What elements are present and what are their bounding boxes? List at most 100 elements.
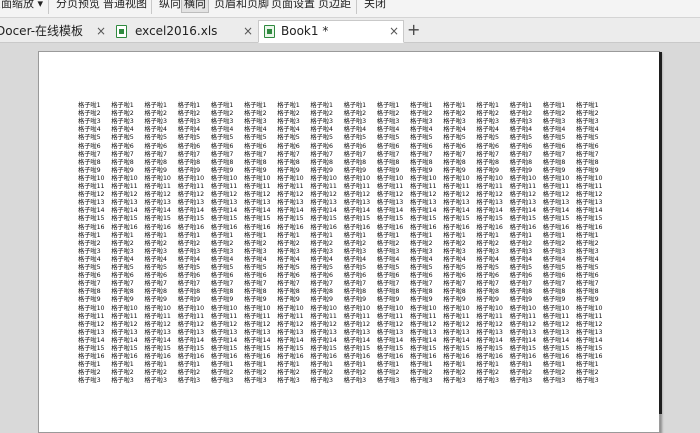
sheet-cell: 格子啦1 [177,102,201,109]
sheet-cell: 格子啦6 [343,142,367,150]
sheet-cell: 格子啦15 [476,345,503,352]
sheet-cell: 格子啦6 [542,142,566,150]
sheet-cell: 格子啦2 [111,239,134,247]
sheet-cell: 格子啦11 [144,312,171,320]
sheet-cell: 格子啦10 [343,174,371,182]
tab-label: Book1 * [281,24,329,38]
sheet-cell: 格子啦1 [410,361,433,369]
sheet-cell: 格子啦2 [376,110,400,118]
sheet-cell: 格子啦16 [111,223,138,231]
sheet-cell: 格子啦16 [277,223,304,231]
sheet-cell: 格子啦6 [542,272,566,280]
sheet-cell: 格子啦12 [410,191,437,199]
sheet-cell: 格子啦3 [78,247,101,255]
sheet-cell: 格子啦10 [111,174,138,182]
sheet-cell: 格子啦16 [376,353,404,361]
sheet-cell: 格子啦4 [244,255,267,263]
sheet-cell: 格子啦2 [443,239,466,247]
sheet-cell: 格子啦10 [542,174,570,182]
normal-view-button[interactable]: 普通视图 [103,0,147,12]
sheet-cell: 格子啦3 [443,247,466,255]
sheet-cell: 格子啦1 [277,361,300,369]
sheet-cell: 格子啦1 [376,231,400,239]
sheet-cell: 格子啦9 [177,166,201,174]
tab-docer-templates[interactable]: Docer-在线模板 × [0,21,106,41]
sheet-cell: 格子啦5 [509,264,533,271]
tab-book1[interactable]: Book1 * × [258,20,404,43]
sheet-cell: 格子啦14 [443,336,470,344]
tab-excel2016[interactable]: excel2016.xls × [112,21,254,41]
tab-label: Docer-在线模板 [0,24,84,38]
header-footer-button[interactable]: 页眉和页脚 [214,0,269,12]
sheet-cell: 格子啦9 [410,166,433,174]
sheet-cell: 格子啦16 [410,223,437,231]
sheet-cell: 格子啦12 [443,320,470,328]
sheet-cell: 格子啦12 [310,320,337,328]
sheet-cell: 格子啦3 [443,377,466,385]
sheet-cell: 格子啦1 [144,102,167,109]
sheet-cell: 格子啦16 [78,223,105,231]
sheet-cell: 格子啦6 [376,142,400,150]
sheet-cell: 格子啦14 [576,336,603,344]
sheet-cell: 格子啦7 [410,280,433,288]
landscape-button[interactable]: 横向 [181,0,209,13]
page-setup-button[interactable]: 页面设置 [271,0,315,12]
sheet-cell: 格子啦2 [111,110,134,118]
sheet-cell: 格子啦4 [576,255,599,263]
sheet-cell: 格子啦5 [177,264,201,271]
sheet-cell: 格子啦9 [277,166,300,174]
sheet-cell: 格子啦15 [443,215,470,223]
sheet-cell: 格子啦3 [476,247,499,255]
zoom-menu-button[interactable]: 页面缩放 ▾ [0,0,43,12]
sheet-cell: 格子啦7 [111,280,134,288]
sheet-cell: 格子啦3 [576,377,599,385]
close-icon[interactable]: × [243,21,253,41]
sheet-cell: 格子啦11 [244,183,271,190]
add-tab-button[interactable]: + [407,21,420,39]
sheet-cell: 格子啦3 [376,377,400,385]
sheet-cell: 格子啦8 [509,158,533,166]
sheet-cell: 格子啦10 [576,304,603,312]
sheet-cell: 格子啦6 [576,272,599,280]
sheet-cell: 格子啦9 [177,296,201,304]
sheet-cell: 格子啦1 [244,231,267,239]
sheet-cell: 格子啦6 [210,272,234,280]
sheet-cell: 格子啦16 [244,353,271,361]
sheet-cell: 格子啦10 [111,304,138,312]
sheet-cell: 格子啦10 [410,304,437,312]
close-preview-button[interactable]: 关闭 [364,0,386,12]
sheet-cell: 格子啦15 [78,345,105,352]
sheet-cell: 格子啦1 [277,231,300,239]
margins-button[interactable]: 页边距 [318,0,351,12]
sheet-cell: 格子啦11 [144,183,171,190]
sheet-cell: 格子啦3 [410,118,433,126]
sheet-cell: 格子啦15 [177,215,205,223]
sheet-cell: 格子啦16 [343,223,371,231]
toolbar-divider [356,0,357,14]
sheet-cell: 格子啦6 [343,272,367,280]
sheet-cell: 格子啦3 [376,118,400,126]
sheet-cell: 格子啦3 [310,377,333,385]
sheet-cell: 格子啦5 [376,264,400,271]
sheet-cell: 格子啦6 [78,272,101,280]
sheet-cell: 格子啦14 [310,336,337,344]
sheet-cell: 格子啦9 [310,296,333,304]
sheet-cell: 格子啦16 [177,353,205,361]
page-break-preview-button[interactable]: 分页预览 [56,0,100,12]
portrait-button[interactable]: 纵向 [159,0,181,12]
sheet-cell: 格子啦10 [244,174,271,182]
sheet-cell: 格子啦1 [542,231,566,239]
close-icon[interactable]: × [96,21,106,41]
sheet-cell: 格子啦13 [177,199,205,207]
sheet-cell: 格子啦7 [177,150,201,158]
sheet-cell: 格子啦2 [476,110,499,118]
close-icon[interactable]: × [389,21,399,41]
sheet-cell: 格子啦1 [443,231,466,239]
sheet-cell: 格子啦7 [576,280,599,288]
sheet-cell: 格子啦15 [376,345,404,352]
sheet-cell: 格子啦9 [542,296,566,304]
sheet-cell: 格子啦1 [476,102,499,109]
sheet-cell: 格子啦16 [78,353,105,361]
sheet-cell: 格子啦6 [244,272,267,280]
sheet-cell: 格子啦12 [376,191,404,199]
